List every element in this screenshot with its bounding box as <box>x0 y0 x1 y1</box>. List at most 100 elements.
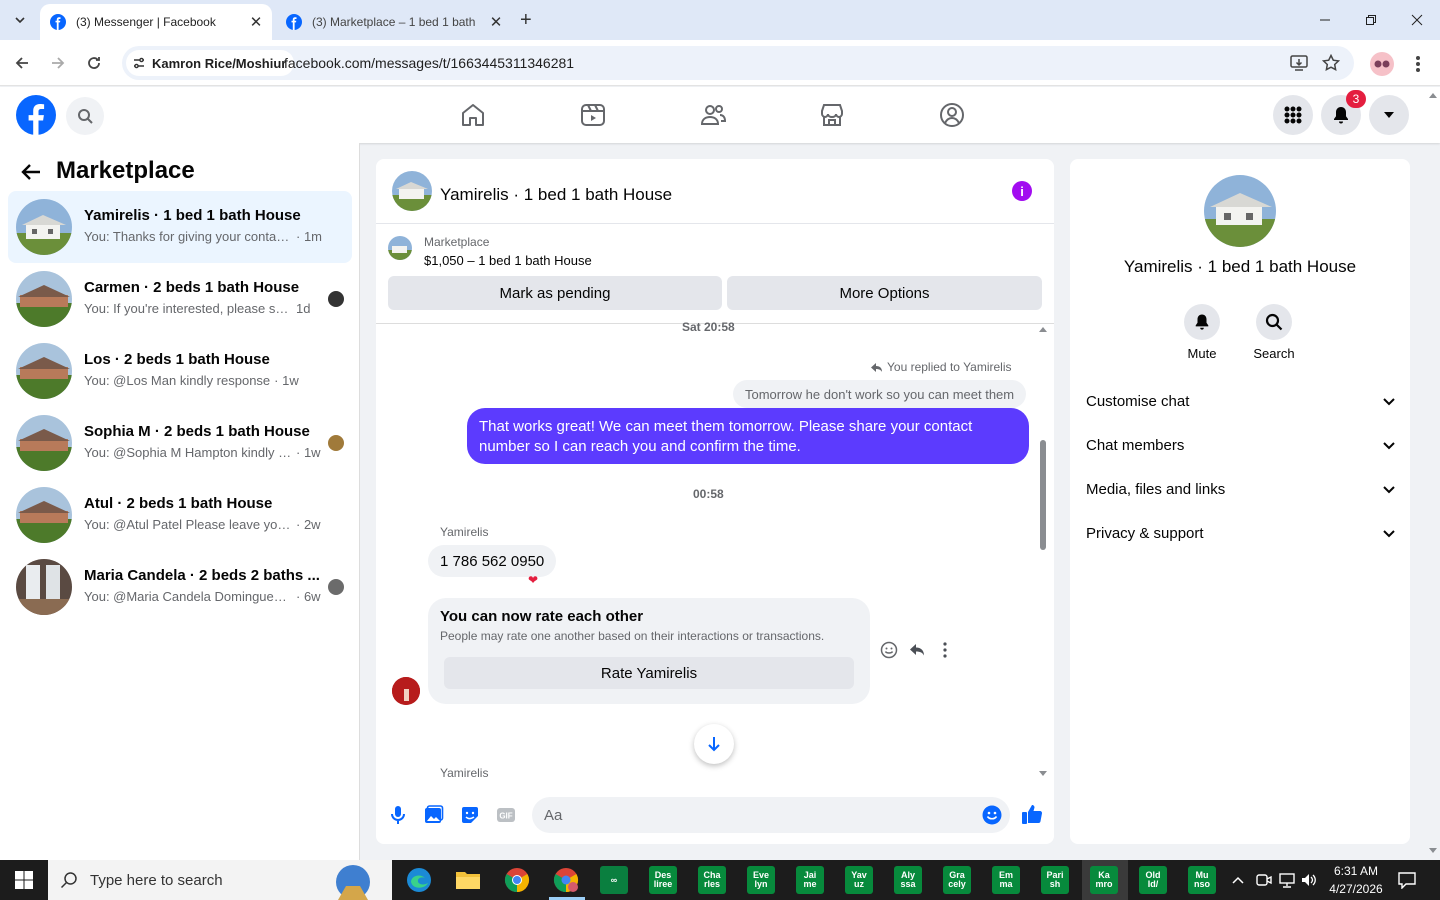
media-files-links-row[interactable]: Media, files and links <box>1086 467 1396 511</box>
taskbar-app-2[interactable]: Cha rles <box>698 866 726 894</box>
sticker-icon[interactable] <box>460 805 480 825</box>
tab-messenger[interactable]: (3) Messenger | Facebook ✕ <box>40 4 272 40</box>
volume-icon[interactable] <box>1300 872 1318 888</box>
outgoing-message[interactable]: That works great! We can meet them tomor… <box>467 408 1029 464</box>
taskbar-app-6[interactable]: Aly ssa <box>894 866 922 894</box>
reload-button[interactable] <box>83 52 105 74</box>
notification-center-icon[interactable] <box>1397 871 1417 889</box>
friends-icon[interactable] <box>699 101 727 129</box>
customise-chat-row[interactable]: Customise chat <box>1086 379 1396 423</box>
reply-icon[interactable] <box>908 641 926 659</box>
conversation-item[interactable]: Los · 2 beds 1 bath House You: @Los Man … <box>8 335 352 407</box>
rating-card: You can now rate each other People may r… <box>428 598 870 704</box>
more-vertical-icon[interactable] <box>936 641 954 659</box>
marketplace-icon[interactable] <box>818 101 846 129</box>
meet-now-icon[interactable] <box>1256 872 1272 888</box>
install-app-icon[interactable] <box>1290 55 1308 71</box>
conversation-item[interactable]: Maria Candela · 2 beds 2 baths ... You: … <box>8 551 352 623</box>
taskbar-app-8[interactable]: Em ma <box>992 866 1020 894</box>
conversation-item[interactable]: Atul · 2 beds 1 bath House You: @Atul Pa… <box>8 479 352 551</box>
facebook-logo-icon[interactable] <box>16 95 56 135</box>
browser-menu-button[interactable] <box>1410 54 1426 74</box>
account-button[interactable] <box>1369 95 1409 135</box>
omnibox[interactable]: Kamron Rice/Moshiur facebook.com/message… <box>122 46 1354 80</box>
taskbar-app-12[interactable]: Mu nso <box>1188 866 1216 894</box>
mark-as-pending-button[interactable]: Mark as pending <box>388 276 722 310</box>
conversation-item[interactable]: Sophia M · 2 beds 1 bath House You: @Sop… <box>8 407 352 479</box>
scroll-to-bottom-button[interactable] <box>694 724 734 764</box>
back-button[interactable] <box>11 52 33 74</box>
video-icon[interactable] <box>579 101 607 129</box>
scrollbar-thumb[interactable] <box>1040 440 1046 550</box>
taskbar-app-11[interactable]: Old Id/ <box>1139 866 1167 894</box>
house-thumbnail <box>16 199 72 255</box>
gaming-icon[interactable] <box>938 101 966 129</box>
gif-icon[interactable]: GIF <box>496 805 516 825</box>
url-text[interactable]: facebook.com/messages/t/1663445311346281 <box>284 55 574 71</box>
close-tab-icon[interactable]: ✕ <box>248 14 264 31</box>
taskbar-app-10[interactable]: Ka mro <box>1090 866 1118 894</box>
chat-scrollbar[interactable] <box>1038 325 1048 780</box>
taskbar-search[interactable]: Type here to search <box>48 860 392 900</box>
listing-title[interactable]: $1,050 – 1 bed 1 bath House <box>424 253 592 268</box>
heart-reaction-icon[interactable]: ❤ <box>528 573 538 587</box>
file-explorer-icon[interactable] <box>455 869 481 891</box>
taskbar-clock[interactable]: 6:31 AM 4/27/2026 <box>1318 862 1394 898</box>
tab-marketplace[interactable]: (3) Marketplace – 1 bed 1 bath ✕ <box>276 4 512 40</box>
taskbar-app-7[interactable]: Gra cely <box>943 866 971 894</box>
chat-members-row[interactable]: Chat members <box>1086 423 1396 467</box>
chrome-profile-icon[interactable] <box>553 867 579 893</box>
maximize-button[interactable] <box>1348 0 1394 40</box>
profile-photo[interactable] <box>1204 175 1276 247</box>
reply-indicator: You replied to Yamirelis <box>870 360 1012 374</box>
profile-avatar[interactable] <box>1370 52 1394 76</box>
close-window-button[interactable] <box>1394 0 1440 40</box>
mute-button[interactable]: Mute <box>1172 304 1232 361</box>
chevron-up-icon[interactable] <box>1232 874 1244 886</box>
quoted-message[interactable]: Tomorrow he don't work so you can meet t… <box>733 380 1027 408</box>
tab-search-button[interactable] <box>6 8 34 32</box>
start-button[interactable] <box>0 860 48 900</box>
house-thumbnail <box>16 487 72 543</box>
menu-grid-button[interactable] <box>1273 95 1313 135</box>
more-options-button[interactable]: More Options <box>727 276 1042 310</box>
listing-thumbnail[interactable] <box>388 236 412 260</box>
edge-browser-icon[interactable] <box>406 867 432 893</box>
seen-avatar <box>328 291 344 307</box>
conversation-item[interactable]: Carmen · 2 beds 1 bath House You: If you… <box>8 263 352 335</box>
taskbar-app-4[interactable]: Jai me <box>796 866 824 894</box>
emoji-icon[interactable] <box>982 805 1002 825</box>
emoji-react-icon[interactable] <box>880 641 898 659</box>
minimize-button[interactable] <box>1302 0 1348 40</box>
sender-avatar[interactable] <box>392 677 420 705</box>
taskbar-app-9[interactable]: Pari sh <box>1041 866 1069 894</box>
page-scrollbar[interactable] <box>1425 87 1440 860</box>
close-tab-icon[interactable]: ✕ <box>488 14 504 31</box>
chevron-down-icon <box>15 17 25 24</box>
privacy-support-row[interactable]: Privacy & support <box>1086 511 1396 555</box>
home-icon[interactable] <box>459 101 487 129</box>
facebook-search-button[interactable] <box>66 97 104 135</box>
conversation-item[interactable]: Yamirelis · 1 bed 1 bath House You: Than… <box>8 191 352 263</box>
new-tab-button[interactable]: + <box>520 10 532 30</box>
taskbar-app-3[interactable]: Eve lyn <box>747 866 775 894</box>
microphone-icon[interactable] <box>388 805 408 825</box>
chat-title[interactable]: Yamirelis · 1 bed 1 bath House <box>440 185 672 205</box>
arrow-left-icon[interactable] <box>20 161 42 183</box>
forward-button[interactable] <box>47 52 69 74</box>
bookmark-star-icon[interactable] <box>1322 54 1340 72</box>
message-input[interactable]: Aa <box>532 797 1010 833</box>
taskbar-app-1[interactable]: Des liree <box>649 866 677 894</box>
rate-user-button[interactable]: Rate Yamirelis <box>444 657 854 689</box>
scroll-down-icon <box>1039 771 1047 776</box>
network-icon[interactable] <box>1278 872 1296 888</box>
chat-avatar[interactable] <box>392 171 432 211</box>
site-info-chip[interactable]: Kamron Rice/Moshiur <box>126 50 295 76</box>
thumbs-up-icon[interactable] <box>1021 803 1043 825</box>
goodnotes-app-icon[interactable]: ∞ <box>600 866 628 894</box>
info-icon[interactable]: i <box>1012 181 1032 201</box>
photo-icon[interactable] <box>424 805 444 825</box>
search-in-chat-button[interactable]: Search <box>1244 304 1304 361</box>
chrome-icon[interactable] <box>504 867 530 893</box>
taskbar-app-5[interactable]: Yav uz <box>845 866 873 894</box>
